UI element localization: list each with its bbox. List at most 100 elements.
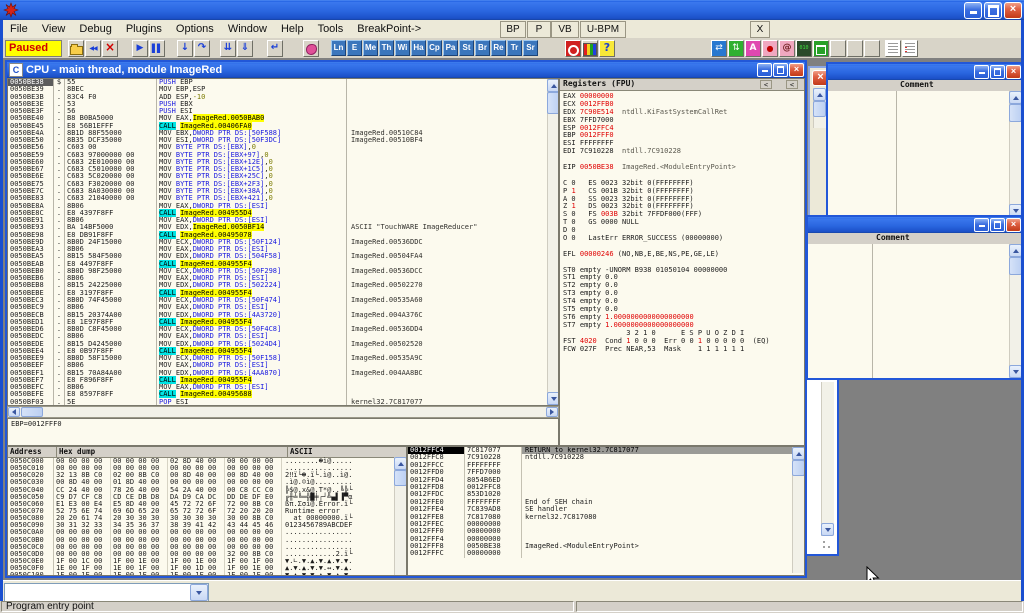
disasm-row[interactable]: 0050BEC3.8B0D 74F45000MOV ECX,DWORD PTR …	[8, 297, 547, 304]
command-input[interactable]	[5, 584, 190, 601]
stack-pane[interactable]: 0012FFC47C817077RETURN to kernel32.7C817…	[407, 446, 805, 576]
panel-list-button[interactable]	[885, 40, 901, 57]
plugin-button-u-bpm[interactable]: U-BPM	[580, 21, 626, 38]
narrow-window-scrollbar[interactable]	[821, 382, 834, 536]
restore-button[interactable]	[984, 2, 1002, 19]
menu-item-file[interactable]: File	[3, 21, 35, 37]
info-pane[interactable]: EBP=0012FFF0	[7, 418, 559, 446]
registers-next-button[interactable]: <	[786, 80, 798, 89]
menu-item-help[interactable]: Help	[274, 21, 311, 37]
appearance-button[interactable]	[582, 40, 598, 57]
disasm-row[interactable]: 0050BEB0.8B0D 98F25000MOV ECX,DWORD PTR …	[8, 268, 547, 275]
toolbar-close-button[interactable]: X	[750, 21, 770, 38]
panel-button-br[interactable]: Br	[475, 40, 490, 56]
panel-button-th[interactable]: Th	[379, 40, 394, 56]
registers-pane[interactable]: Registers (FPU) < < EAX 00000000ECX 0012…	[559, 78, 805, 446]
names-middle-body[interactable]	[808, 244, 1021, 378]
names-top-scrollbar[interactable]	[1009, 91, 1021, 217]
panel-button-e[interactable]: E	[347, 40, 362, 56]
panel-button-pa[interactable]: Pa	[443, 40, 458, 56]
dump-vscrollbar[interactable]	[394, 457, 407, 575]
menu-item-debug[interactable]: Debug	[72, 21, 118, 37]
stack-vscrollbar[interactable]	[792, 447, 805, 573]
cpu-minimize-button[interactable]	[757, 63, 772, 77]
step-into-button[interactable]: ↓	[177, 40, 193, 57]
panel-button-sr[interactable]: Sr	[523, 40, 538, 56]
menu-item-window[interactable]: Window	[221, 21, 274, 37]
trace-over-button[interactable]: ⇓	[237, 40, 253, 57]
trace-into-button[interactable]: ⇊	[220, 40, 236, 57]
panel-button-wi[interactable]: Wi	[395, 40, 410, 56]
cpu-maximize-button[interactable]	[773, 63, 788, 77]
disasm-row[interactable]: 0050BEE9.8B0D 58F15000MOV ECX,DWORD PTR …	[8, 355, 547, 362]
names-middle-maximize-button[interactable]	[990, 218, 1005, 232]
execute-till-return-button[interactable]: ↵	[267, 40, 283, 57]
close-button[interactable]: ×	[1004, 2, 1022, 19]
disasm-row[interactable]: 0050BEF7.E8 F896F8FFCALL ImageRed.004955…	[8, 377, 547, 384]
plugin-button-p[interactable]: P	[527, 21, 551, 38]
disasm-row[interactable]: 0050BEFE.E8 8597F8FFCALL ImageRed.004956…	[8, 391, 547, 398]
hidden-window-scrollbar[interactable]	[813, 88, 826, 128]
menu-item-view[interactable]: View	[35, 21, 73, 37]
menu-item-options[interactable]: Options	[169, 21, 221, 37]
minimize-button[interactable]	[964, 2, 982, 19]
disasm-row[interactable]: 0050BE3B.83C4 F0ADD ESP,-10	[8, 94, 547, 101]
disassembly-pane[interactable]: 0050BE38$55PUSH EBP0050BE39.8BECMOV EBP,…	[7, 78, 559, 406]
registers-prev-button[interactable]: <	[760, 80, 772, 89]
help-button[interactable]: ?	[599, 40, 615, 57]
names-top-minimize-button[interactable]	[974, 65, 989, 79]
names-top-body[interactable]	[828, 91, 1021, 217]
blank-button-2[interactable]	[847, 40, 863, 57]
disasm-row[interactable]: 0050BE38$55PUSH EBP	[8, 79, 547, 86]
names-middle-minimize-button[interactable]	[974, 218, 989, 232]
names-top-close-button[interactable]: ×	[1006, 65, 1021, 79]
disasm-row[interactable]: 0050BED6.8B0D C8F45000MOV ECX,DWORD PTR …	[8, 326, 547, 333]
disasm-row[interactable]: 0050BE83.C683 21040000 00MOV BYTE PTR DS…	[8, 195, 547, 202]
window-grid-button[interactable]	[813, 40, 829, 57]
names-middle-close-button[interactable]: ×	[1006, 218, 1021, 232]
main-titlebar[interactable]: ×	[0, 0, 1024, 20]
names-top-maximize-button[interactable]	[990, 65, 1005, 79]
disassembly-vscrollbar[interactable]	[547, 79, 559, 405]
options-gear-button[interactable]	[565, 40, 581, 57]
step-over-button[interactable]: ↷	[194, 40, 210, 57]
open-file-button[interactable]	[68, 40, 84, 57]
plugin-button-bp[interactable]: BP	[500, 21, 526, 38]
spiral-button[interactable]: @	[779, 40, 795, 57]
blank-button-3[interactable]	[864, 40, 880, 57]
panel-button-me[interactable]: Me	[363, 40, 378, 56]
panel-button-st[interactable]: St	[459, 40, 474, 56]
pause-button[interactable]: ▌▌	[149, 40, 165, 57]
names-middle-scrollbar[interactable]	[1009, 244, 1021, 378]
panel-button-re[interactable]: Re	[491, 40, 506, 56]
assemble-a-button[interactable]: A	[745, 40, 761, 57]
blank-button-1[interactable]	[830, 40, 846, 57]
stack-row[interactable]: 0012FFFC00000000	[408, 550, 804, 557]
run-button[interactable]: ▶	[132, 40, 148, 57]
memory-dump-pane[interactable]: Address Hex dump ASCII 0050C00000 00 00 …	[7, 446, 407, 576]
panel-button-tr[interactable]: Tr	[507, 40, 522, 56]
menu-item-breakpoint[interactable]: BreakPoint->	[350, 21, 428, 37]
combo-dropdown-button[interactable]	[190, 584, 208, 601]
panel-button-ln[interactable]: Ln	[331, 40, 346, 56]
go-to-address-button[interactable]	[303, 40, 319, 57]
dump-row[interactable]: 0050C1001F 00 1E 001F 00 1F 001E 00 1F 0…	[8, 572, 406, 576]
close-program-button[interactable]: ×	[102, 40, 118, 57]
go-back-button[interactable]: ◀◀	[85, 40, 101, 57]
menu-item-tools[interactable]: Tools	[311, 21, 351, 37]
disasm-row[interactable]: 0050BE3E.53PUSH EBX	[8, 101, 547, 108]
panel-button-ha[interactable]: Ha	[411, 40, 426, 56]
cpu-close-button[interactable]: ×	[789, 63, 804, 77]
breakpoint-dot-button[interactable]: ●	[762, 40, 778, 57]
scale-button[interactable]: ⇅	[728, 40, 744, 57]
swap-arrows-button[interactable]: ⇄	[711, 40, 727, 57]
bits-button[interactable]: 010	[796, 40, 812, 57]
disasm-row[interactable]: 0050BE8C.E8 4397F8FFCALL ImageRed.004955…	[8, 210, 547, 217]
plugin-button-vb[interactable]: VB	[551, 21, 579, 38]
panel-marks-button[interactable]	[902, 40, 918, 57]
disasm-row[interactable]: 0050BE9D.8B0D 24F15000MOV ECX,DWORD PTR …	[8, 239, 547, 246]
panel-button-cp[interactable]: Cp	[427, 40, 442, 56]
names-window-top-titlebar[interactable]: ×	[828, 64, 1021, 80]
names-window-middle-titlebar[interactable]: ×	[808, 217, 1021, 233]
resize-grip[interactable]	[821, 539, 834, 552]
